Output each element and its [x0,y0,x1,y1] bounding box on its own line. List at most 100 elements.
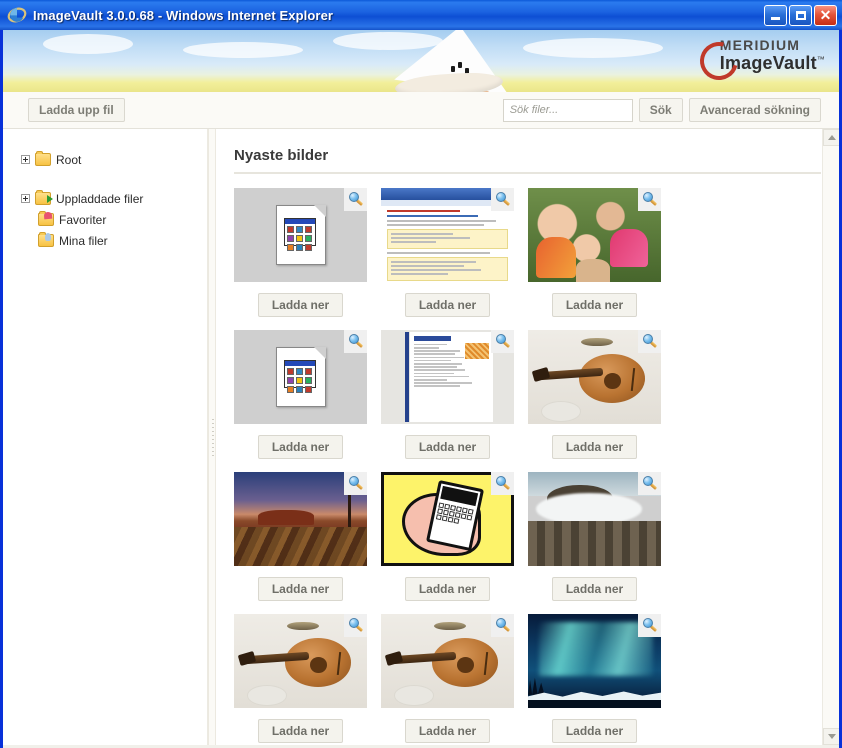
preview-zoom-button[interactable] [344,614,367,637]
magnifier-icon [642,618,658,633]
preview-zoom-button[interactable] [344,188,367,211]
folder-upload-icon [35,190,53,205]
minimize-button[interactable] [764,4,787,26]
close-button[interactable]: ✕ [814,4,837,26]
folder-tree-sidebar: Root Uppladdade filer Favoriter Mina fil… [3,129,208,745]
download-button[interactable]: Ladda ner [404,577,491,601]
search-input[interactable] [502,98,633,122]
cloud-decoration [523,38,663,58]
lute-instrument-photo-thumbnail[interactable] [234,614,367,708]
scroll-up-button[interactable] [823,129,839,146]
internet-explorer-icon [7,5,27,25]
magnifier-icon [495,476,511,491]
content-inner: Nyaste bilder Ladda ner Ladda ner Ladda ne… [216,129,839,745]
maximize-icon [795,10,806,20]
preview-zoom-button[interactable] [491,330,514,353]
download-button[interactable]: Ladda ner [257,719,344,743]
magnifier-icon [642,192,658,207]
preview-zoom-button[interactable] [491,188,514,211]
page-title: Nyaste bilder [234,147,329,164]
thumbnail-cell: Ladda ner [528,188,675,330]
scroll-down-button[interactable] [823,728,839,745]
folder-favorite-icon [38,211,54,226]
sidebar-splitter[interactable] [208,129,216,745]
ocean-waves-rocks-photo-thumbnail[interactable] [528,472,661,566]
download-row: Ladda ner [234,424,367,470]
aurora-borealis-photo-thumbnail[interactable] [528,614,661,708]
upload-file-button[interactable]: Ladda upp fil [28,98,125,122]
hat-pattern-dot [458,62,462,68]
thumbnail-cell: Ladda ner [234,330,381,472]
magnifier-icon [495,618,511,633]
expand-plus-icon[interactable] [21,155,30,164]
sidebar-item-label: Root [56,152,82,167]
download-button[interactable]: Ladda ner [404,719,491,743]
sidebar-item-label: Favoriter [59,212,107,227]
lute-instrument-photo-thumbnail[interactable] [381,614,514,708]
expand-plus-icon[interactable] [21,194,30,203]
search-area: Sök Avancerad sökning [502,98,821,122]
title-bar: ImageVault 3.0.0.68 - Windows Internet E… [0,0,842,30]
preview-zoom-button[interactable] [344,330,367,353]
download-button[interactable]: Ladda ner [404,435,491,459]
presentation-document-thumbnail[interactable] [234,330,367,424]
thumbnail-cell: Ladda ner [381,330,528,472]
preview-zoom-button[interactable] [638,188,661,211]
download-button[interactable]: Ladda ner [257,435,344,459]
preview-zoom-button[interactable] [344,472,367,495]
download-button[interactable]: Ladda ner [551,435,638,459]
minimize-icon [771,17,780,20]
sidebar-item-favoriter[interactable]: Favoriter [21,209,207,230]
slide-cells-graphic [285,366,315,395]
download-button[interactable]: Ladda ner [404,293,491,317]
three-women-beach-photo-thumbnail[interactable] [528,188,661,282]
lute-instrument-photo-thumbnail[interactable] [528,330,661,424]
window-controls: ✕ [764,4,837,26]
thumbnail-cell: Ladda ner [234,188,381,330]
thumbnail-cell: Ladda ner [381,472,528,614]
window-title: ImageVault 3.0.0.68 - Windows Internet E… [33,7,334,23]
advanced-search-button[interactable]: Avancerad sökning [688,98,821,122]
download-row: Ladda ner [234,282,367,328]
close-icon: ✕ [819,7,832,23]
thumbnail-cell: Ladda ner [381,188,528,330]
folder-icon [35,151,51,166]
preview-zoom-button[interactable] [638,472,661,495]
document-thumbnail-graphic [275,205,326,265]
presentation-window-graphic [283,360,316,393]
magnifier-icon [348,476,364,491]
search-button[interactable]: Sök [638,98,683,122]
download-button[interactable]: Ladda ner [551,577,638,601]
sidebar-item-root[interactable]: Root [21,149,207,170]
thumbnail-cell: Ladda ner [528,472,675,614]
download-row: Ladda ner [528,708,661,745]
thumbnail-cell: Ladda ner [528,330,675,472]
splitter-grip-icon [212,419,214,459]
download-row: Ladda ner [234,566,367,612]
magnifier-icon [495,334,511,349]
uluru-desert-landscape-thumbnail[interactable] [234,472,367,566]
sidebar-item-uppladdade-filer[interactable]: Uppladdade filer [21,188,207,209]
cloud-decoration [183,42,303,58]
hand-calculator-clipart-thumbnail[interactable] [381,472,514,566]
download-button[interactable]: Ladda ner [551,293,638,317]
thumbnail-grid: Ladda ner Ladda ner Ladda ner Ladda ner Ladd… [234,188,821,745]
download-row: Ladda ner [381,282,514,328]
preview-zoom-button[interactable] [638,330,661,353]
download-button[interactable]: Ladda ner [551,719,638,743]
invoice-document-thumbnail[interactable] [381,330,514,424]
presentation-document-thumbnail[interactable] [234,188,367,282]
maximize-button[interactable] [789,4,812,26]
magnifier-icon [642,334,658,349]
chevron-down-icon [827,734,836,739]
preview-zoom-button[interactable] [638,614,661,637]
content-scrollbar[interactable] [822,129,839,745]
site-banner: MERIDIUM ImageVault™ Bilder Administrati… [3,30,839,92]
sidebar-item-mina-filer[interactable]: Mina filer [21,230,207,251]
download-button[interactable]: Ladda ner [257,293,344,317]
preview-zoom-button[interactable] [491,614,514,637]
download-button[interactable]: Ladda ner [257,577,344,601]
preview-zoom-button[interactable] [491,472,514,495]
web-page-screenshot-thumbnail[interactable] [381,188,514,282]
slide-cells-graphic [285,224,315,253]
